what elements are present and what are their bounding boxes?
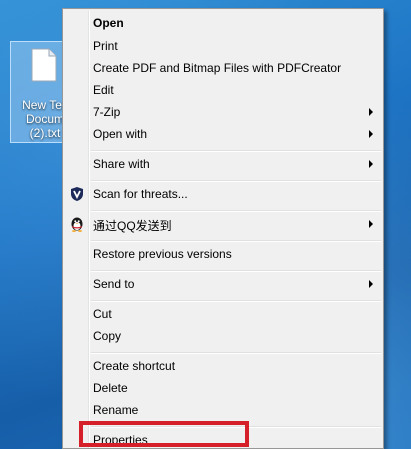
menu-separator [91,300,381,302]
menu-item-label: 7-Zip [93,105,121,119]
menu-item-label: Open with [93,127,148,141]
menu-separator [91,240,381,242]
menu-separator [91,352,381,354]
menu-item-open[interactable]: Open [65,12,381,34]
menu-item-print[interactable]: Print [65,35,381,57]
menu-item-label: Open [93,16,124,30]
menu-item-restore-previous-versions[interactable]: Restore previous versions [65,243,381,265]
desktop-file-icon[interactable]: New Tex Docum (2).txt [10,41,68,143]
menu-item-copy[interactable]: Copy [65,325,381,347]
menu-item-create-pdf[interactable]: Create PDF and Bitmap Files with PDFCrea… [65,57,381,79]
menu-item-label: Print [93,39,118,53]
menu-item-label: Create shortcut [93,359,176,373]
menu-item-label: Copy [93,329,122,343]
menu-item-label: Create PDF and Bitmap Files with PDFCrea… [93,61,342,75]
qq-penguin-icon [71,217,83,232]
menu-item-label: Send to [93,277,135,291]
menu-item-label: Restore previous versions [93,247,232,261]
menu-separator [91,150,381,152]
menu-separator [91,210,381,212]
context-menu: Open Print Create PDF and Bitmap Files w… [62,8,384,449]
menu-item-label: 通过QQ发送到 [93,219,172,233]
menu-item-label: Share with [93,157,150,171]
menu-separator [91,270,381,272]
menu-item-label: Delete [93,381,128,395]
menu-item-create-shortcut[interactable]: Create shortcut [65,355,381,377]
menu-item-cut[interactable]: Cut [65,303,381,325]
submenu-arrow-icon [369,160,373,168]
menu-item-rename[interactable]: Rename [65,399,381,421]
submenu-arrow-icon [369,108,373,116]
menu-item-label: Scan for threats... [93,187,188,201]
submenu-arrow-icon [369,130,373,138]
menu-separator [91,180,381,182]
menu-item-open-with[interactable]: Open with [65,123,381,145]
submenu-arrow-icon [369,220,373,228]
submenu-arrow-icon [369,280,373,288]
menu-item-edit[interactable]: Edit [65,79,381,101]
menu-item-delete[interactable]: Delete [65,377,381,399]
properties-highlight-annotation [79,421,249,447]
menu-item-label: Rename [93,403,139,417]
menu-item-label: Cut [93,307,112,321]
menu-item-7zip[interactable]: 7-Zip [65,101,381,123]
shield-icon [71,187,83,201]
menu-item-label: Edit [93,83,114,97]
text-file-icon [31,48,57,82]
menu-item-send-to[interactable]: Send to [65,273,381,295]
menu-item-scan-for-threats[interactable]: Scan for threats... [65,183,381,205]
menu-item-share-with[interactable]: Share with [65,153,381,175]
menu-item-send-via-qq[interactable]: 通过QQ发送到 [65,213,381,235]
